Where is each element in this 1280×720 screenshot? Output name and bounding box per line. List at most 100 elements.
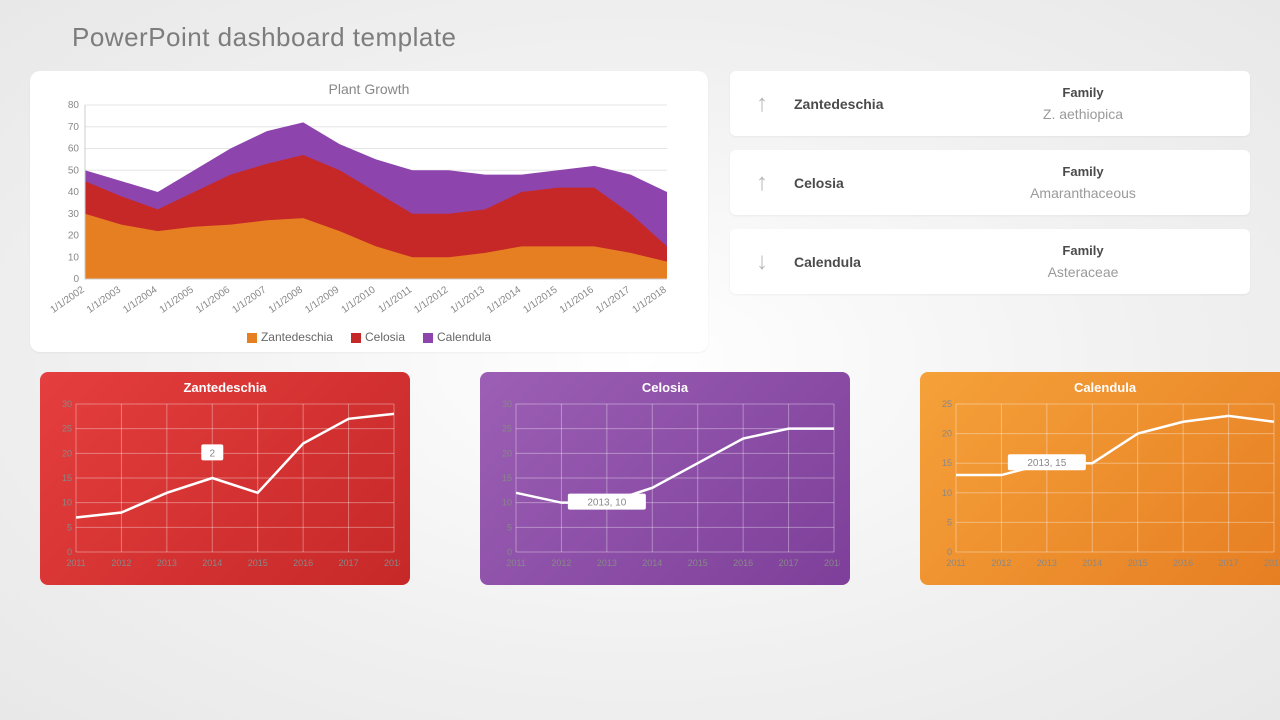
arrow-down-icon: ↓ xyxy=(748,248,776,276)
svg-text:1/1/2009: 1/1/2009 xyxy=(303,284,342,316)
svg-text:2: 2 xyxy=(210,448,216,459)
page-header: PowerPoint dashboard template xyxy=(0,0,1280,71)
svg-text:2013, 15: 2013, 15 xyxy=(1027,458,1066,469)
svg-text:1/1/2007: 1/1/2007 xyxy=(230,284,269,316)
family-name: Calendula xyxy=(794,254,934,270)
svg-text:15: 15 xyxy=(62,473,72,483)
family-info: Family Asteraceae xyxy=(934,243,1232,280)
svg-text:2013: 2013 xyxy=(1037,558,1057,568)
area-chart-svg: 010203040506070801/1/20021/1/20031/1/200… xyxy=(45,99,675,319)
family-card: ↓ Calendula Family Asteraceae xyxy=(730,229,1250,294)
svg-text:20: 20 xyxy=(68,231,80,242)
mini-chart-svg: 0 5 10 15 20 25 30 2011 2012 2013 2014 2015 2016 2017… xyxy=(490,400,840,570)
svg-text:2013: 2013 xyxy=(157,558,177,568)
svg-text:2014: 2014 xyxy=(202,558,222,568)
svg-text:2012: 2012 xyxy=(551,558,571,568)
svg-text:0: 0 xyxy=(947,547,952,557)
svg-text:2018: 2018 xyxy=(1264,558,1280,568)
family-value: Amaranthaceous xyxy=(934,185,1232,201)
svg-text:50: 50 xyxy=(68,165,80,176)
svg-text:25: 25 xyxy=(942,400,952,409)
chart-legend: Zantedeschia Celosia Calendula xyxy=(45,324,693,344)
svg-text:2018: 2018 xyxy=(824,558,840,568)
legend-item: Celosia xyxy=(351,330,405,344)
svg-text:10: 10 xyxy=(62,498,72,508)
svg-text:10: 10 xyxy=(68,252,80,263)
svg-text:0: 0 xyxy=(73,274,79,285)
svg-text:2017: 2017 xyxy=(1219,558,1239,568)
mini-chart-title: Celosia xyxy=(490,380,840,395)
family-label: Family xyxy=(934,243,1232,258)
family-info: Family Amaranthaceous xyxy=(934,164,1232,201)
svg-text:1/1/2010: 1/1/2010 xyxy=(340,284,379,316)
family-name: Celosia xyxy=(794,175,934,191)
chart-title: Plant Growth xyxy=(45,81,693,97)
mini-chart: Celosia 0 5 10 15 20 25 30 2011 2012 2013 2014 2015… xyxy=(480,372,850,585)
svg-text:1/1/2005: 1/1/2005 xyxy=(158,284,197,316)
family-cards: ↑ Zantedeschia Family Z. aethiopica ↑ Ce… xyxy=(730,71,1250,352)
svg-text:25: 25 xyxy=(502,424,512,434)
svg-text:2015: 2015 xyxy=(248,558,268,568)
svg-text:1/1/2008: 1/1/2008 xyxy=(267,284,306,316)
mini-chart: Calendula 051015202520112012201320142015… xyxy=(920,372,1280,585)
svg-text:2011: 2011 xyxy=(66,558,85,568)
svg-text:20: 20 xyxy=(502,448,512,458)
svg-text:1/1/2006: 1/1/2006 xyxy=(194,284,233,316)
svg-text:2015: 2015 xyxy=(688,558,708,568)
svg-text:1/1/2013: 1/1/2013 xyxy=(449,284,488,316)
svg-text:2011: 2011 xyxy=(946,558,965,568)
svg-text:2014: 2014 xyxy=(1082,558,1102,568)
family-card: ↑ Zantedeschia Family Z. aethiopica xyxy=(730,71,1250,136)
mini-chart-title: Zantedeschia xyxy=(50,380,400,395)
svg-text:1/1/2014: 1/1/2014 xyxy=(485,284,524,316)
svg-text:1/1/2011: 1/1/2011 xyxy=(377,284,415,315)
svg-text:15: 15 xyxy=(502,473,512,483)
family-label: Family xyxy=(934,85,1232,100)
svg-text:2012: 2012 xyxy=(111,558,131,568)
mini-chart-svg: 0510152025201120122013201420152016201720… xyxy=(930,400,1280,570)
family-name: Zantedeschia xyxy=(794,96,934,112)
svg-text:10: 10 xyxy=(942,488,952,498)
arrow-up-icon: ↑ xyxy=(748,90,776,118)
svg-text:2013, 10: 2013, 10 xyxy=(587,498,626,509)
svg-text:5: 5 xyxy=(947,517,952,527)
svg-text:5: 5 xyxy=(507,522,512,532)
mini-chart-svg: 0 5 10 15 20 25 30 2011 2012 2013 2014 2015 2016 2017… xyxy=(50,400,400,570)
svg-text:2013: 2013 xyxy=(597,558,617,568)
svg-text:25: 25 xyxy=(62,424,72,434)
svg-text:2011: 2011 xyxy=(506,558,525,568)
svg-text:70: 70 xyxy=(68,122,80,133)
svg-text:1/1/2016: 1/1/2016 xyxy=(558,284,597,316)
svg-text:30: 30 xyxy=(62,400,72,409)
svg-text:2017: 2017 xyxy=(339,558,359,568)
svg-text:2017: 2017 xyxy=(779,558,799,568)
mini-chart-title: Calendula xyxy=(930,380,1280,395)
svg-text:20: 20 xyxy=(62,448,72,458)
svg-text:1/1/2015: 1/1/2015 xyxy=(521,284,560,316)
svg-text:10: 10 xyxy=(502,498,512,508)
svg-text:1/1/2003: 1/1/2003 xyxy=(85,284,124,316)
svg-text:2014: 2014 xyxy=(642,558,662,568)
svg-text:30: 30 xyxy=(502,400,512,409)
family-label: Family xyxy=(934,164,1232,179)
svg-text:0: 0 xyxy=(507,547,512,557)
svg-text:5: 5 xyxy=(67,522,72,532)
family-value: Z. aethiopica xyxy=(934,106,1232,122)
arrow-up-icon: ↑ xyxy=(748,169,776,197)
top-row: Plant Growth 010203040506070801/1/20021/… xyxy=(0,71,1280,352)
family-card: ↑ Celosia Family Amaranthaceous xyxy=(730,150,1250,215)
svg-text:0: 0 xyxy=(67,547,72,557)
svg-text:30: 30 xyxy=(68,209,80,220)
mini-chart: Zantedeschia 0 5 10 15 20 25 30 2011 2012 2013 201… xyxy=(40,372,410,585)
legend-item: Calendula xyxy=(423,330,491,344)
svg-text:1/1/2018: 1/1/2018 xyxy=(631,284,670,316)
svg-text:15: 15 xyxy=(942,458,952,468)
svg-text:20: 20 xyxy=(942,429,952,439)
legend-item: Zantedeschia xyxy=(247,330,333,344)
svg-text:2018: 2018 xyxy=(384,558,400,568)
family-value: Asteraceae xyxy=(934,264,1232,280)
mini-charts-row: Zantedeschia 051015202530201120122013201… xyxy=(0,352,1280,585)
family-info: Family Z. aethiopica xyxy=(934,85,1232,122)
svg-text:2016: 2016 xyxy=(293,558,313,568)
svg-text:2016: 2016 xyxy=(733,558,753,568)
